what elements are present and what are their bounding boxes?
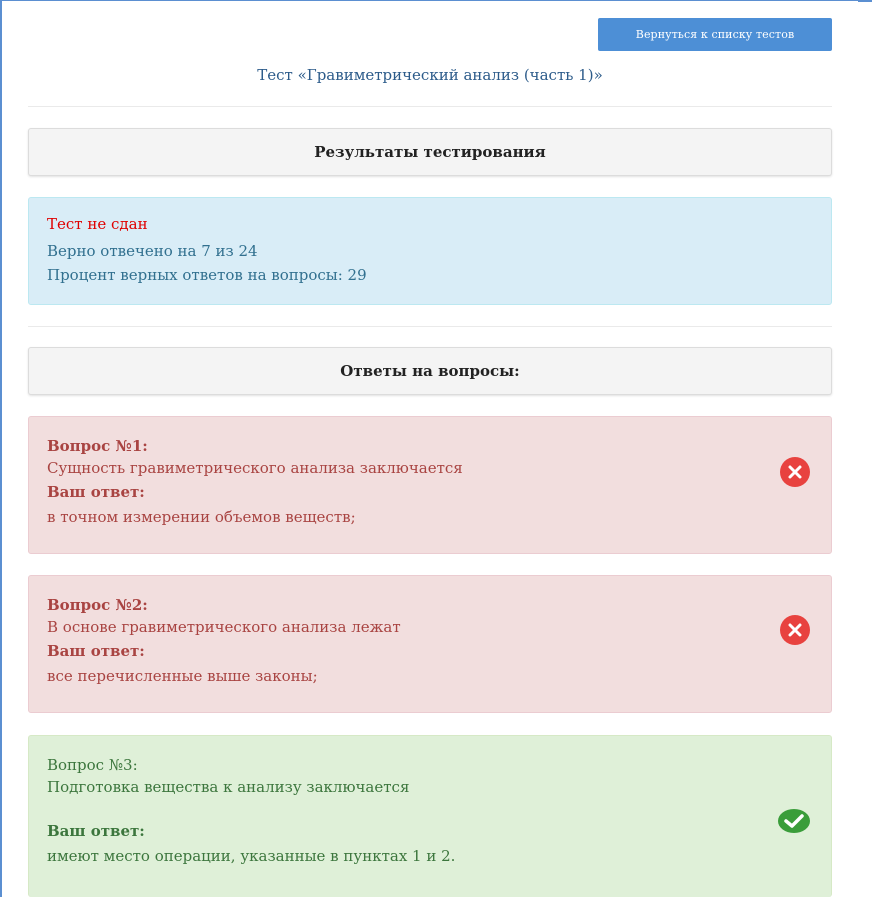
- divider: [28, 326, 832, 327]
- question-text: Сущность гравиметрического анализа заклю…: [47, 459, 463, 477]
- question-title: Вопрос №2:: [47, 596, 148, 614]
- question-card-1: Вопрос №1: Сущность гравиметрического ан…: [28, 416, 832, 554]
- your-answer-text: все перечисленные выше законы;: [47, 667, 318, 685]
- your-answer-label: Ваш ответ:: [47, 822, 145, 840]
- question-title: Вопрос №3:: [47, 756, 138, 774]
- check-circle-icon: [778, 809, 810, 833]
- question-card-3: Вопрос №3: Подготовка вещества к анализу…: [28, 735, 832, 897]
- correct-count-text: Верно отвечено на 7 из 24: [47, 242, 258, 260]
- your-answer-text: в точном измерении объемов веществ;: [47, 508, 356, 526]
- divider: [28, 106, 832, 107]
- your-answer-text: имеют место операции, указанные в пункта…: [47, 847, 456, 865]
- frame-border-accent: [858, 0, 872, 2]
- x-circle-icon: [780, 457, 810, 487]
- back-to-tests-button[interactable]: Вернуться к списку тестов: [598, 18, 832, 51]
- question-text: Подготовка вещества к анализу заключаетс…: [47, 778, 410, 796]
- percent-text: Процент верных ответов на вопросы: 29: [47, 266, 367, 284]
- your-answer-label: Ваш ответ:: [47, 642, 145, 660]
- your-answer-label: Ваш ответ:: [47, 483, 145, 501]
- question-text: В основе гравиметрического анализа лежат: [47, 618, 401, 636]
- question-title: Вопрос №1:: [47, 437, 148, 455]
- results-header: Результаты тестирования: [28, 128, 832, 176]
- x-circle-icon: [780, 615, 810, 645]
- test-title: Тест «Гравиметрический анализ (часть 1)»: [257, 66, 603, 84]
- results-summary: Тест не сдан Верно отвечено на 7 из 24 П…: [28, 197, 832, 305]
- test-status-text: Тест не сдан: [47, 215, 148, 233]
- answers-header: Ответы на вопросы:: [28, 347, 832, 395]
- question-card-2: Вопрос №2: В основе гравиметрического ан…: [28, 575, 832, 713]
